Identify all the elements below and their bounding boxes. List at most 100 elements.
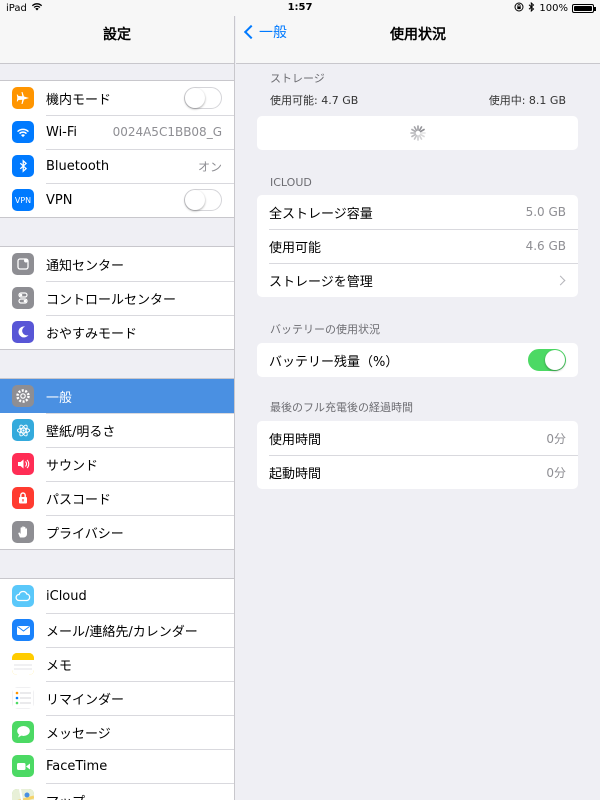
settings-group: 機内モード Wi-Fi 0024A5C1BB08_G Bluetooth オン VPN VP…: [0, 80, 234, 218]
storage-summary: 使用可能: 4.7 GB 使用中: 8.1 GB: [236, 92, 600, 108]
status-bar: iPad 1:57 100%: [0, 0, 600, 16]
bluetooth-icon: [12, 155, 34, 177]
icloud-available-row: 使用可能 4.6 GB: [257, 229, 578, 263]
settings-group: iCloud メール/連絡先/カレンダーメモリマインダー メッセージ FaceTime…: [0, 578, 234, 800]
sidebar-item-label: Bluetooth: [46, 158, 110, 174]
sidebar-item-lock[interactable]: パスコード: [0, 481, 234, 515]
sidebar-item-airplane[interactable]: 機内モード: [0, 81, 234, 115]
storage-loading: [257, 116, 578, 150]
sidebar-item-label: FaceTime: [46, 758, 108, 774]
chevron-right-icon: [555, 275, 566, 285]
vpn-toggle[interactable]: [184, 189, 222, 211]
row-label: 使用可能: [269, 240, 322, 256]
notes-icon: [12, 653, 34, 675]
sidebar-item-notes[interactable]: メモ: [0, 647, 234, 681]
row-value: 4.6 GB: [525, 239, 566, 253]
row-label: ストレージを管理: [269, 274, 373, 290]
control-center-icon: [12, 287, 34, 309]
sidebar-item-hand[interactable]: プライバシー: [0, 515, 234, 549]
wallpaper-icon: [12, 419, 34, 441]
toggle-knob: [185, 88, 205, 108]
sidebar-item-wallpaper[interactable]: 壁紙/明るさ: [0, 413, 234, 447]
sidebar-item-mail[interactable]: メール/連絡先/カレンダー: [0, 613, 234, 647]
icloud-card: 全ストレージ容量 5.0 GB 使用可能 4.6 GB ストレージを管理: [257, 195, 578, 297]
icloud-icon: [12, 585, 34, 607]
sidebar-title: 設定: [103, 27, 131, 43]
wifi-icon: [12, 121, 34, 143]
mail-icon: [12, 619, 34, 641]
battery-icon: [572, 4, 596, 13]
manage-storage-row[interactable]: ストレージを管理: [257, 263, 578, 297]
since-charge-header: 最後のフル充電後の経過時間: [270, 401, 413, 414]
sidebar-item-messages[interactable]: メッセージ: [0, 715, 234, 749]
sidebar-item-moon[interactable]: おやすみモード: [0, 315, 234, 349]
sidebar-item-gear[interactable]: 一般: [0, 379, 234, 413]
battery-usage-header: バッテリーの使用状況: [270, 323, 380, 336]
sidebar-item-value: オン: [197, 159, 222, 174]
row-value: 0分: [546, 431, 566, 446]
sidebar-item-vpn[interactable]: VPN VPN: [0, 183, 234, 217]
storage-available: 使用可能: 4.7 GB: [270, 94, 359, 107]
sidebar-item-label: VPN: [46, 192, 73, 208]
icloud-header: ICLOUD: [270, 176, 312, 189]
airplane-icon: [12, 87, 34, 109]
bluetooth-status-icon: [528, 1, 535, 15]
battery-card: バッテリー残量（%）: [257, 343, 578, 377]
row-label: バッテリー残量（%）: [269, 354, 399, 370]
icloud-total-row: 全ストレージ容量 5.0 GB: [257, 195, 578, 229]
row-label: 使用時間: [269, 432, 322, 448]
settings-group: 通知センターコントロールセンター おやすみモード: [0, 246, 234, 350]
sidebar-item-icloud[interactable]: iCloud: [0, 579, 234, 613]
vpn-icon: VPN: [12, 189, 34, 211]
battery-percentage-toggle[interactable]: [528, 349, 566, 371]
notification-center-icon: [12, 253, 34, 275]
sidebar-item-maps[interactable]: マップ: [0, 783, 234, 800]
storage-used: 使用中: 8.1 GB: [488, 94, 566, 107]
row-value: 5.0 GB: [525, 205, 566, 219]
status-time: 1:57: [287, 2, 313, 13]
sidebar-item-label: プライバシー: [46, 526, 124, 542]
messages-icon: [12, 721, 34, 743]
sidebar-item-label: サウンド: [46, 458, 99, 474]
airplane-toggle[interactable]: [184, 87, 222, 109]
sidebar-item-wifi[interactable]: Wi-Fi 0024A5C1BB08_G: [0, 115, 234, 149]
sidebar-item-label: リマインダー: [46, 692, 125, 708]
since-charge-card: 使用時間 0分 起動時間 0分: [257, 421, 578, 489]
row-value: 0分: [546, 465, 566, 480]
sidebar-item-reminders[interactable]: リマインダー: [0, 681, 234, 715]
spinner-icon: [409, 125, 426, 141]
sidebar-item-label: 通知センター: [46, 258, 125, 274]
sidebar-item-label: Wi-Fi: [46, 124, 78, 140]
sound-icon: [12, 453, 34, 475]
sidebar-item-label: iCloud: [46, 588, 87, 604]
moon-icon: [12, 321, 34, 343]
lock-icon: [12, 487, 34, 509]
sidebar-item-sound[interactable]: サウンド: [0, 447, 234, 481]
battery-percent: 100%: [539, 3, 568, 14]
toggle-knob: [185, 190, 205, 210]
sidebar: 設定 機内モード Wi-Fi 0024A5C1BB08_G Bluetooth オン VP…: [0, 0, 235, 800]
usage-time-row: 使用時間 0分: [257, 421, 578, 455]
sidebar-item-label: コントロールセンター: [46, 292, 177, 308]
sidebar-item-control-center[interactable]: コントロールセンター: [0, 281, 234, 315]
sidebar-item-bluetooth[interactable]: Bluetooth オン: [0, 149, 234, 183]
reminders-icon: [12, 687, 34, 709]
storage-header: ストレージ: [270, 72, 325, 85]
sidebar-item-label: メール/連絡先/カレンダー: [46, 624, 198, 640]
page-title: 使用状況: [390, 27, 446, 43]
battery-percentage-row: バッテリー残量（%）: [257, 343, 578, 377]
sidebar-item-notification-center[interactable]: 通知センター: [0, 247, 234, 281]
toggle-knob: [545, 350, 565, 370]
settings-group: 一般壁紙/明るさサウンドパスコードプライバシー: [0, 378, 234, 550]
sidebar-item-label: メッセージ: [46, 726, 111, 742]
standby-time-row: 起動時間 0分: [257, 455, 578, 489]
sidebar-item-label: 機内モード: [46, 92, 112, 108]
status-right: 100%: [514, 1, 596, 15]
sidebar-item-label: 一般: [46, 390, 73, 406]
sidebar-item-label: おやすみモード: [46, 326, 138, 342]
sidebar-item-facetime[interactable]: FaceTime: [0, 749, 234, 783]
